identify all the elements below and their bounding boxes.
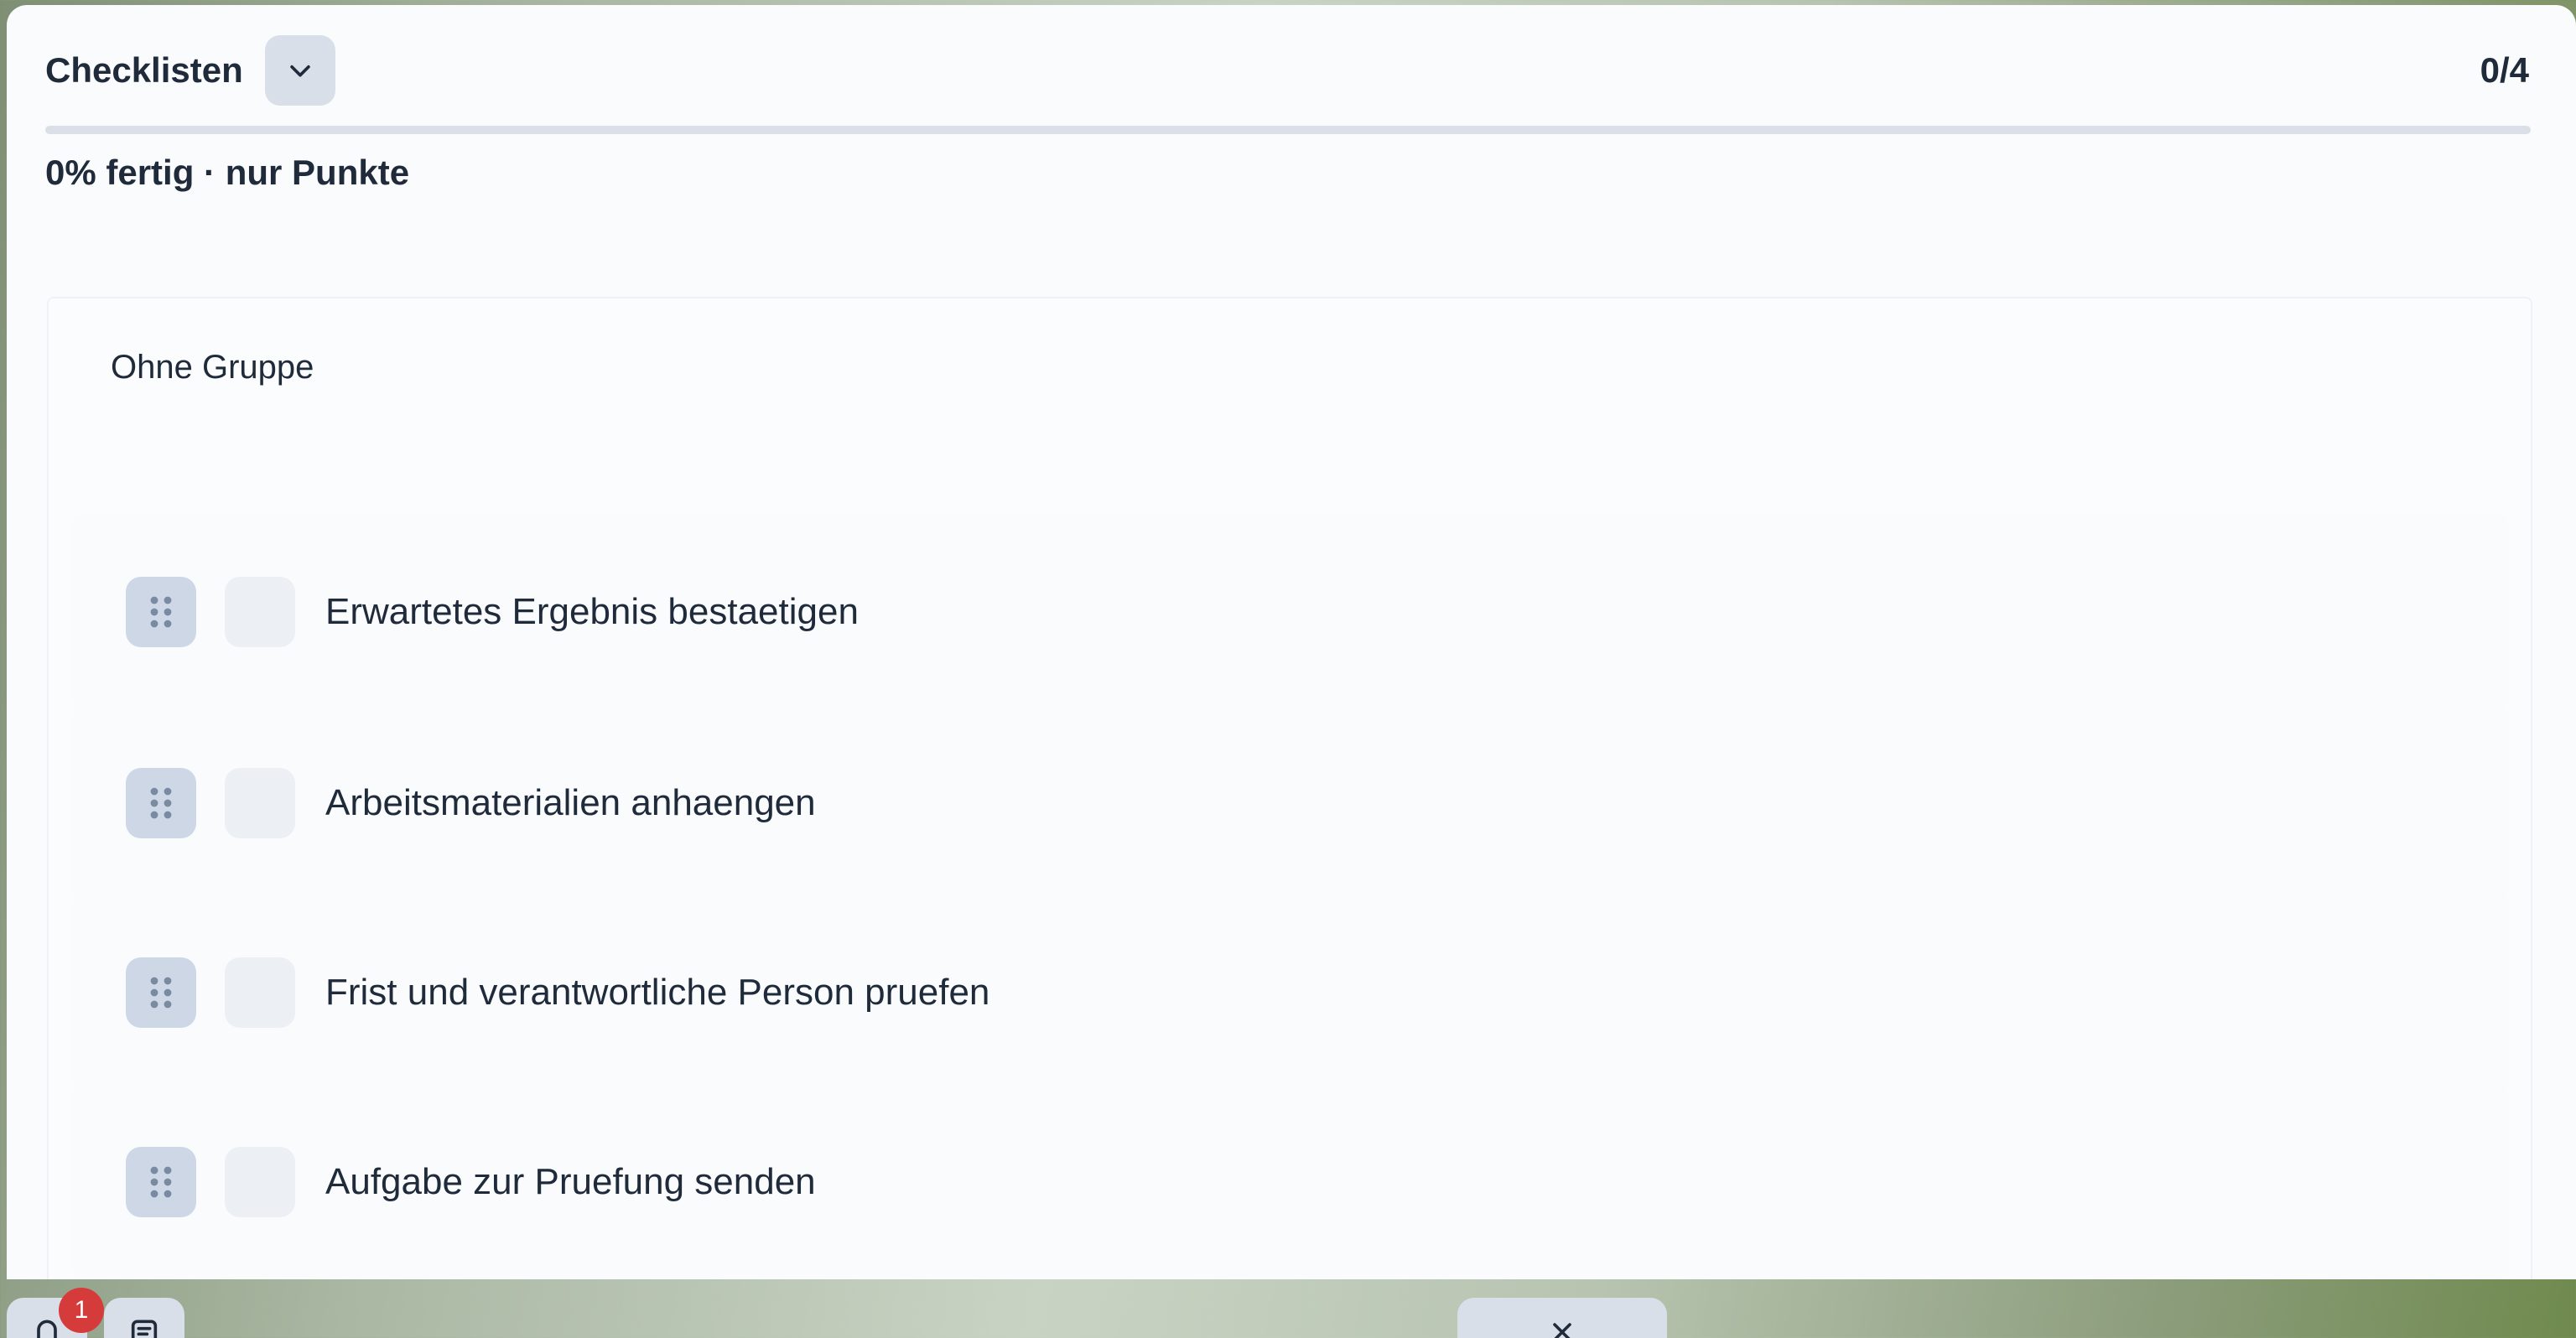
progress-bar	[45, 126, 2531, 134]
drag-handle-icon	[150, 977, 172, 1009]
checklist-item: Aufgabe zur Pruefung senden	[72, 1085, 2509, 1279]
note-icon	[131, 1320, 158, 1338]
item-label: Erwartetes Ergebnis bestaetigen	[325, 591, 859, 632]
drag-handle[interactable]	[126, 577, 196, 647]
progress-text: 0% fertig · nur Punkte	[45, 153, 410, 192]
checklist-count: 0/4	[2480, 50, 2529, 90]
drag-handle-icon	[150, 596, 172, 628]
checklist-item: Erwartetes Ergebnis bestaetigen	[72, 515, 2509, 709]
item-label: Arbeitsmaterialien anhaengen	[325, 782, 816, 823]
checklist-item: Arbeitsmaterialien anhaengen	[72, 706, 2509, 900]
item-label: Aufgabe zur Pruefung senden	[325, 1161, 816, 1202]
checklist-group: Ohne Gruppe Erwartetes Ergebnis bestaeti…	[47, 297, 2532, 1279]
drag-handle[interactable]	[126, 957, 196, 1028]
close-icon	[1553, 1323, 1571, 1338]
checklist-header: Checklisten 0/4	[45, 35, 2529, 106]
item-checkbox[interactable]	[225, 577, 295, 647]
notes-button[interactable]	[104, 1298, 184, 1338]
bell-icon	[37, 1320, 57, 1338]
collapse-toggle-button[interactable]	[264, 35, 335, 106]
group-title: Ohne Gruppe	[111, 349, 314, 386]
drag-handle-icon	[150, 787, 172, 819]
chevron-down-icon	[290, 65, 310, 77]
close-panel-button[interactable]	[1457, 1298, 1667, 1338]
notifications-badge: 1	[59, 1288, 104, 1333]
checklist-panel: Checklisten 0/4 0% fertig · nur Punkte O…	[7, 5, 2576, 1279]
checklist-title: Checklisten	[45, 50, 243, 90]
drag-handle[interactable]	[126, 768, 196, 838]
drag-handle[interactable]	[126, 1147, 196, 1217]
item-checkbox[interactable]	[225, 768, 295, 838]
item-checkbox[interactable]	[225, 1147, 295, 1217]
checklist-item: Frist und verantwortliche Person pruefen	[72, 895, 2509, 1090]
drag-handle-icon	[150, 1166, 172, 1198]
item-label: Frist und verantwortliche Person pruefen	[325, 972, 990, 1013]
item-checkbox[interactable]	[225, 957, 295, 1028]
